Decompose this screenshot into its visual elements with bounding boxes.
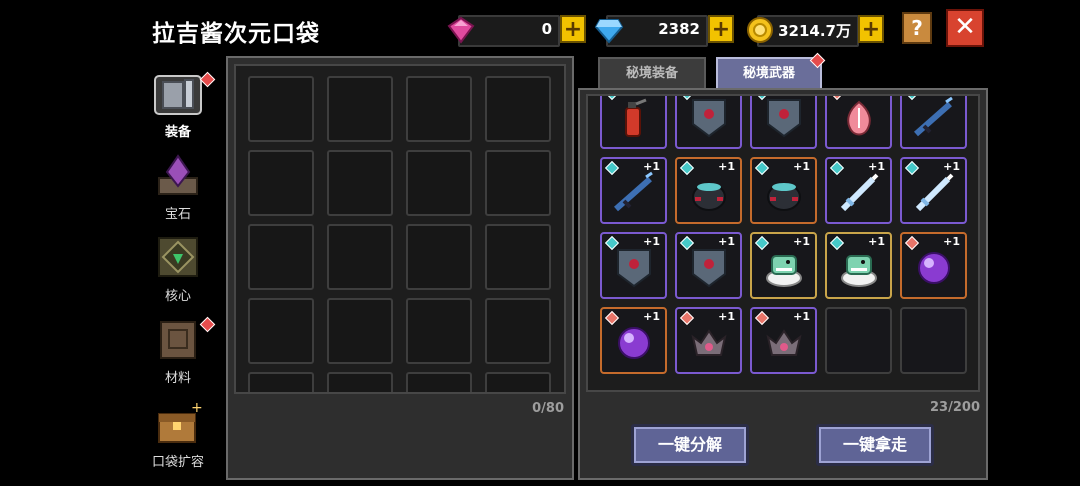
weapon-slot[interactable]: +1	[600, 232, 667, 299]
pocket-slot[interactable]	[327, 150, 393, 216]
empty-slot[interactable]	[825, 307, 892, 374]
add-pink-gem-button[interactable]: +	[560, 15, 586, 43]
chest-expand-icon: +	[158, 400, 203, 443]
take-all-button[interactable]: 一键拿走	[816, 424, 934, 466]
pocket-slot[interactable]	[248, 150, 314, 216]
pink-gem-value: 0	[541, 20, 552, 38]
sidebar-item-core[interactable]: 核心	[145, 234, 211, 304]
weapon-slot[interactable]: +1	[825, 232, 892, 299]
weapon-slot[interactable]	[750, 96, 817, 149]
blue-gem-value: 2382	[658, 20, 700, 38]
weapon-slot[interactable]: +1	[750, 307, 817, 374]
pocket-grid[interactable]	[234, 64, 566, 394]
pocket-count: 0/80	[532, 401, 564, 416]
item-level: +1	[643, 310, 660, 323]
gold-coin-icon	[747, 17, 773, 43]
pocket-slot[interactable]	[406, 76, 472, 142]
item-level: +1	[943, 160, 960, 173]
decompose-all-button[interactable]: 一键分解	[631, 424, 749, 466]
weapon-slot[interactable]: +1	[750, 157, 817, 224]
pocket-slot[interactable]	[248, 224, 314, 290]
pocket-slot[interactable]	[485, 372, 551, 392]
sidebar-item-label: 口袋扩容	[151, 455, 204, 470]
weapon-slot[interactable]: +1	[900, 157, 967, 224]
pocket-slot[interactable]	[406, 150, 472, 216]
pocket-slot[interactable]	[406, 298, 472, 364]
sidebar-item-label: 装备	[164, 125, 191, 140]
item-level: +1	[868, 160, 885, 173]
pocket-slot[interactable]	[248, 76, 314, 142]
svg-text:+: +	[191, 400, 203, 416]
item-level: +1	[943, 235, 960, 248]
pocket-slot[interactable]	[406, 372, 472, 392]
core-icon	[158, 237, 198, 277]
pocket-slot[interactable]	[485, 76, 551, 142]
pocket-slot[interactable]	[485, 224, 551, 290]
pocket-panel: 0/80	[226, 56, 574, 480]
item-level: +1	[868, 235, 885, 248]
tab-secret-weapons[interactable]: 秘境武器	[716, 57, 822, 90]
blue-gem-counter: 2382	[594, 15, 708, 47]
storage-count: 23/200	[930, 400, 980, 415]
item-level: +1	[718, 310, 735, 323]
weapon-slot[interactable]: +1	[675, 307, 742, 374]
item-level: +1	[793, 160, 810, 173]
weapon-slot[interactable]: +1	[900, 232, 967, 299]
item-level: +1	[643, 160, 660, 173]
sidebar-item-equipment[interactable]: 装备	[145, 70, 216, 140]
armor-icon	[154, 75, 202, 115]
add-gold-button[interactable]: +	[858, 15, 884, 43]
blue-gem-icon	[594, 19, 624, 44]
sidebar-item-label: 材料	[164, 371, 191, 386]
item-level: +1	[643, 235, 660, 248]
item-level: +1	[793, 235, 810, 248]
add-blue-gem-button[interactable]: +	[708, 15, 734, 43]
storage-panel: +1 +1 +1 +1 +1 +1 +1 +1 +1 +1 +1 +1 +1 23/200	[578, 88, 988, 480]
sidebar-item-label: 宝石	[164, 207, 191, 222]
material-icon	[160, 321, 196, 359]
gold-coin-value: 3214.7万	[778, 22, 851, 40]
weapon-slot[interactable]: +1	[600, 157, 667, 224]
page-title: 拉吉酱次元口袋	[152, 21, 320, 47]
weapon-slot[interactable]	[675, 96, 742, 149]
weapon-slot[interactable]	[900, 96, 967, 149]
weapon-slot[interactable]	[600, 96, 667, 149]
empty-slot[interactable]	[900, 307, 967, 374]
weapon-slot[interactable]: +1	[675, 157, 742, 224]
pocket-slot[interactable]	[248, 372, 314, 392]
weapon-slot[interactable]: +1	[750, 232, 817, 299]
sidebar-item-gem[interactable]: 宝石	[145, 152, 211, 222]
gem-crystal-icon	[158, 154, 198, 195]
sidebar-item-label: 核心	[164, 289, 191, 304]
sidebar-item-material[interactable]: 材料	[145, 316, 216, 386]
help-button[interactable]: ?	[902, 12, 932, 44]
weapon-slot[interactable]: +1	[600, 307, 667, 374]
sidebar-item-expand[interactable]: + 口袋扩容	[145, 400, 211, 470]
pocket-slot[interactable]	[327, 224, 393, 290]
weapon-slot[interactable]: +1	[825, 157, 892, 224]
pocket-slot[interactable]	[485, 298, 551, 364]
pocket-slot[interactable]	[406, 224, 472, 290]
close-button[interactable]: ✕	[946, 9, 984, 47]
weapon-slot[interactable]	[825, 96, 892, 149]
pocket-slot[interactable]	[485, 150, 551, 216]
pink-gem-icon	[447, 16, 475, 44]
pocket-slot[interactable]	[327, 298, 393, 364]
item-level: +1	[718, 235, 735, 248]
item-level: +1	[793, 310, 810, 323]
pocket-slot[interactable]	[327, 76, 393, 142]
weapon-slot[interactable]: +1	[675, 232, 742, 299]
pocket-slot[interactable]	[327, 372, 393, 392]
weapon-grid[interactable]: +1 +1 +1 +1 +1 +1 +1 +1 +1 +1 +1 +1 +1	[586, 94, 980, 392]
pocket-slot[interactable]	[248, 298, 314, 364]
tab-secret-equipment[interactable]: 秘境装备	[598, 57, 706, 90]
pink-gem-counter: 0	[447, 15, 560, 47]
gold-coin-counter: 3214.7万	[747, 15, 859, 47]
item-level: +1	[718, 160, 735, 173]
